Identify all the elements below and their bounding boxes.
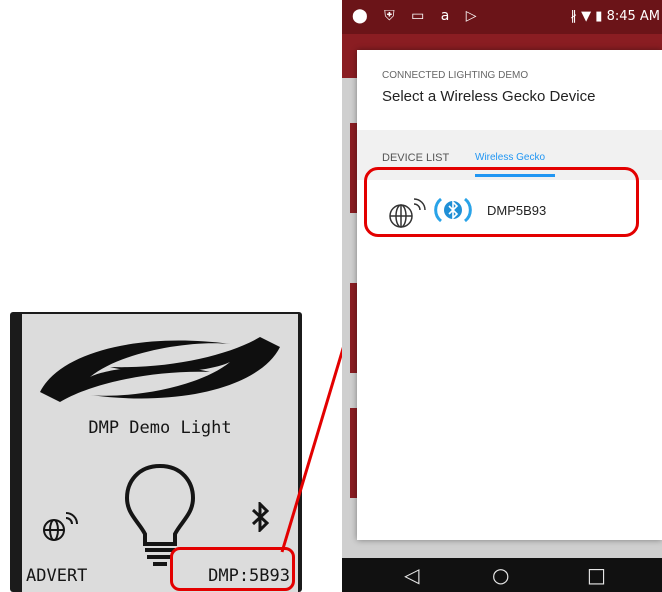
background-card [350,408,357,498]
dialog-subtitle: CONNECTED LIGHTING DEMO [382,70,529,81]
recents-icon[interactable]: □ [587,563,606,587]
tab-wireless-gecko[interactable]: Wireless Gecko [475,152,545,163]
background-card [350,283,357,373]
device-list-label: DEVICE LIST [382,152,450,164]
phone-screen: ⬤ ⛨ ▭ a ▷ ∦ ▼ ▮ 8:45 AM CONNECTED LIGHTI… [342,0,662,592]
back-icon[interactable]: ◁ [404,563,419,587]
device-select-dialog: CONNECTED LIGHTING DEMO Select a Wireles… [357,50,662,540]
lcd-highlight-box [170,547,295,591]
nav-bar: ◁ ○ □ [342,558,662,592]
home-icon[interactable]: ○ [492,563,509,587]
status-bar-right: ∦ ▼ ▮ 8:45 AM [570,9,660,24]
background-card [350,123,357,213]
dialog-title: Select a Wireless Gecko Device [382,88,596,105]
status-bar-notification-icons: ⬤ ⛨ ▭ a ▷ [352,8,483,24]
device-highlight-box [364,167,639,237]
status-bar: ⬤ ⛨ ▭ a ▷ ∦ ▼ ▮ 8:45 AM [342,0,662,34]
